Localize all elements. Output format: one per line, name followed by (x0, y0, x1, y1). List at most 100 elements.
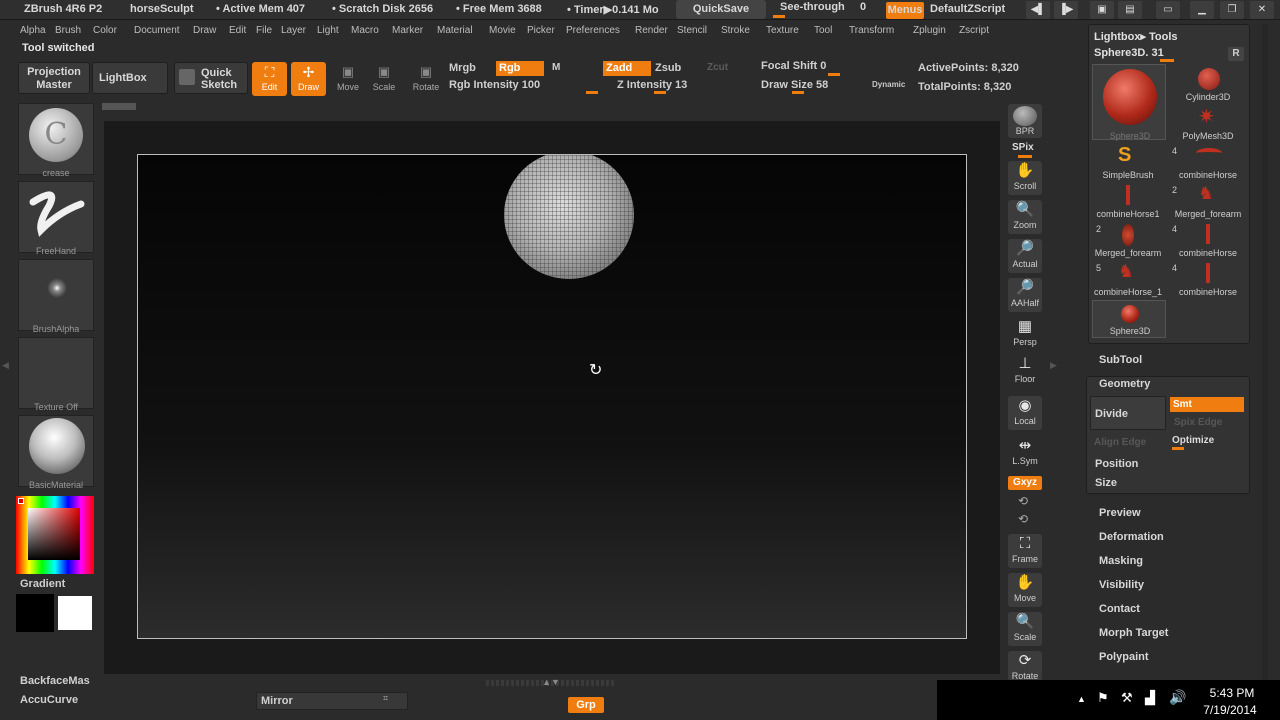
z-intensity-slider[interactable]: Z Intensity 13 (617, 79, 687, 91)
menu-alpha[interactable]: Alpha (20, 25, 46, 36)
tool-thumb-combinehorse-a[interactable]: 4 combineHorse (1172, 144, 1244, 182)
mrgb-button[interactable]: Mrgb (449, 62, 476, 74)
menu-marker[interactable]: Marker (392, 25, 423, 36)
bpr-button[interactable]: BPR (1008, 104, 1042, 138)
menu-brush[interactable]: Brush (55, 25, 81, 36)
volume-icon[interactable]: 🔊 (1169, 689, 1186, 706)
tool-thumb-polymesh3d[interactable]: ✷ PolyMesh3D (1172, 104, 1244, 142)
divide-button[interactable]: Divide (1090, 396, 1166, 430)
mirror-button[interactable]: Mirror ⌗ (256, 692, 408, 710)
polypaint-section[interactable]: Polypaint (1099, 651, 1149, 663)
brush-thumbnail[interactable]: C (18, 103, 94, 175)
xyz-button[interactable]: Gxyz (1008, 476, 1042, 490)
scroll-left-icon[interactable]: ◀▌ (1026, 1, 1050, 19)
rotate-axis-z-icon[interactable]: ⟲ (1018, 512, 1028, 526)
visibility-section[interactable]: Visibility (1099, 579, 1144, 591)
tool-thumb-combinehorse1[interactable]: combineHorse1 (1092, 183, 1164, 221)
sphere-mesh[interactable] (504, 155, 634, 279)
deformation-section[interactable]: Deformation (1099, 531, 1164, 543)
size-section[interactable]: Size (1095, 477, 1117, 489)
tray-overflow-icon[interactable]: ▲ (1077, 694, 1086, 704)
spix-slider[interactable] (1018, 155, 1032, 158)
lsym-button[interactable]: ⇹ L.Sym (1008, 436, 1042, 470)
tool-thumb-combinehorse-b[interactable]: 4 combineHorse (1172, 222, 1244, 260)
menus-button[interactable]: Menus (886, 2, 924, 19)
menu-draw[interactable]: Draw (193, 25, 216, 36)
subtool-section[interactable]: SubTool (1099, 354, 1142, 366)
local-button[interactable]: ◉ Local (1008, 396, 1042, 430)
menu-transform[interactable]: Transform (849, 25, 894, 36)
stroke-thumbnail[interactable] (18, 181, 94, 253)
menu-texture[interactable]: Texture (766, 25, 799, 36)
persp-button[interactable]: ▦ Persp (1008, 317, 1042, 351)
edit-mode-button[interactable]: ⛶ Edit (252, 62, 287, 96)
backface-mask-button[interactable]: BackfaceMas (20, 675, 90, 687)
grp-button[interactable]: Grp (568, 697, 604, 713)
scroll-right-icon[interactable]: ▐▶ (1054, 1, 1078, 19)
dynamic-button[interactable]: Dynamic (872, 80, 905, 89)
tool-thumb-combinehorse-c[interactable]: 4 combineHorse (1172, 261, 1244, 299)
draw-mode-button[interactable]: ✢ Draw (291, 62, 326, 96)
lightbox-button[interactable]: LightBox (92, 62, 168, 94)
left-tray-collapse-icon[interactable]: ◀ (2, 360, 10, 378)
zoom-button[interactable]: 🔍 Zoom (1008, 200, 1042, 234)
position-section[interactable]: Position (1095, 458, 1138, 470)
clock-time[interactable]: 5:43 PM (1205, 686, 1259, 700)
zadd-button[interactable]: Zadd (603, 61, 651, 76)
canvas-expand-icon[interactable]: ▲▼ (540, 677, 562, 687)
accucurve-button[interactable]: AccuCurve (20, 694, 78, 706)
tool-thumb-cylinder3d[interactable]: Cylinder3D (1172, 64, 1244, 104)
frame-button[interactable]: ⛶ Frame (1008, 534, 1042, 568)
move-mode-button[interactable]: ▣ Move (330, 62, 366, 98)
minimize-icon[interactable]: ▁ (1190, 1, 1214, 19)
optimize-button[interactable]: Optimize (1172, 435, 1214, 446)
default-zscript-button[interactable]: DefaultZScript (930, 3, 1005, 15)
tool-thumb-sphere3d-small[interactable]: Sphere3D (1092, 300, 1166, 338)
menu-macro[interactable]: Macro (351, 25, 379, 36)
left-tray-handle[interactable] (102, 103, 136, 110)
projection-master-button[interactable]: Projection Master (18, 62, 90, 94)
see-through-label[interactable]: See-through (780, 1, 845, 13)
preview-section[interactable]: Preview (1099, 507, 1141, 519)
focal-shift-slider[interactable]: Focal Shift 0 (761, 60, 826, 72)
rgb-button[interactable]: Rgb (496, 61, 544, 76)
morph-target-section[interactable]: Morph Target (1099, 627, 1168, 639)
menu-color[interactable]: Color (93, 25, 117, 36)
clock-date[interactable]: 7/19/2014 (1199, 703, 1261, 717)
quicksave-button[interactable]: QuickSave (676, 0, 766, 19)
flag-icon[interactable]: ⚑ (1097, 690, 1109, 706)
zsub-button[interactable]: Zsub (655, 62, 681, 74)
menu-render[interactable]: Render (635, 25, 668, 36)
masking-section[interactable]: Masking (1099, 555, 1143, 567)
close-icon[interactable]: ✕ (1250, 1, 1274, 19)
layout-icon[interactable]: ▣ (1090, 1, 1114, 19)
alpha-thumbnail[interactable] (18, 259, 94, 331)
zcut-button[interactable]: Zcut (707, 62, 728, 73)
rotate-axis-y-icon[interactable]: ⟲ (1018, 494, 1028, 508)
layout-alt-icon[interactable]: ▤ (1118, 1, 1142, 19)
contact-section[interactable]: Contact (1099, 603, 1140, 615)
tool-thumb-combinehorse-1[interactable]: 5 ♞ combineHorse_1 (1092, 261, 1164, 299)
actual-button[interactable]: 🔎 Actual (1008, 239, 1042, 273)
menu-layer[interactable]: Layer (281, 25, 306, 36)
rotate-view-button[interactable]: ⟳ Rotate (1008, 651, 1042, 681)
current-tool-slider[interactable]: Sphere3D. 31 (1094, 47, 1164, 59)
scale-view-button[interactable]: 🔍 Scale (1008, 612, 1042, 646)
color-picker-square[interactable] (28, 508, 80, 560)
network-tool-icon[interactable]: ⚒ (1121, 690, 1133, 706)
menu-zplugin[interactable]: Zplugin (913, 25, 946, 36)
menu-preferences[interactable]: Preferences (566, 25, 620, 36)
restore-icon[interactable]: ❐ (1220, 1, 1244, 19)
menu-light[interactable]: Light (317, 25, 339, 36)
quick-sketch-button[interactable]: Quick Sketch (174, 62, 248, 94)
menu-stencil[interactable]: Stencil (677, 25, 707, 36)
signal-icon[interactable]: ▟ (1145, 690, 1155, 706)
lightbox-tools-button[interactable]: Lightbox▸ Tools (1094, 30, 1178, 43)
tool-r-button[interactable]: R (1228, 47, 1244, 61)
tool-thumb-merged-forearm-b[interactable]: 2 Merged_forearm (1092, 222, 1164, 260)
menu-document[interactable]: Document (134, 25, 180, 36)
gradient-label[interactable]: Gradient (20, 578, 65, 590)
align-edge-toggle[interactable]: Align Edge (1094, 437, 1146, 448)
geometry-section[interactable]: Geometry (1099, 378, 1150, 390)
menu-file[interactable]: File (256, 25, 272, 36)
